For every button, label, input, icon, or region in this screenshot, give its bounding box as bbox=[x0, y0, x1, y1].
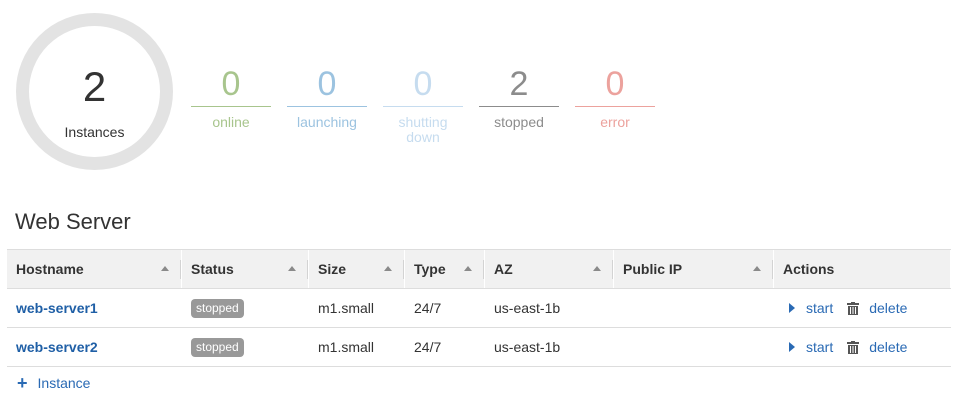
sort-icon[interactable] bbox=[753, 266, 761, 271]
add-instance-label: Instance bbox=[37, 375, 91, 391]
type-value: 24/7 bbox=[414, 339, 442, 355]
status-badge: stopped bbox=[191, 298, 244, 318]
stat-launching-label: launching bbox=[297, 114, 357, 130]
stat-shutting-down[interactable]: 0 shutting down bbox=[383, 66, 463, 145]
column-hostname-label: Hostname bbox=[16, 261, 84, 277]
plus-icon: + bbox=[17, 373, 28, 393]
stat-error-count: 0 bbox=[605, 65, 625, 103]
instance-summary: 2 Instances 0 online 0 launching 0 shutt… bbox=[16, 13, 976, 183]
stat-shutting-down-label: shutting down bbox=[398, 114, 448, 145]
sort-icon[interactable] bbox=[593, 266, 601, 271]
az-value: us-east-1b bbox=[494, 300, 561, 316]
stat-stopped-label: stopped bbox=[494, 114, 544, 130]
column-type-label: Type bbox=[414, 261, 446, 277]
sort-icon[interactable] bbox=[464, 266, 472, 271]
column-type[interactable]: Type bbox=[405, 250, 485, 288]
section-title: Web Server bbox=[15, 209, 131, 234]
hostname-link[interactable]: web-server1 bbox=[16, 300, 98, 316]
table-header: Hostname Status Size Type AZ Public IP A… bbox=[7, 250, 951, 289]
instances-total-label: Instances bbox=[64, 124, 125, 140]
trash-icon[interactable] bbox=[847, 301, 860, 315]
stat-error-bar bbox=[575, 106, 655, 107]
trash-icon[interactable] bbox=[847, 340, 860, 354]
column-status[interactable]: Status bbox=[182, 250, 309, 288]
start-link[interactable]: start bbox=[806, 339, 833, 355]
stat-stopped-bar bbox=[479, 106, 559, 107]
sort-icon[interactable] bbox=[161, 266, 169, 271]
status-badge: stopped bbox=[191, 337, 244, 357]
stat-launching[interactable]: 0 launching bbox=[287, 66, 367, 130]
column-actions-label: Actions bbox=[783, 261, 835, 277]
delete-link[interactable]: delete bbox=[869, 300, 907, 316]
stat-stopped-count: 2 bbox=[509, 65, 529, 103]
instances-total-ring: 2 Instances bbox=[16, 13, 173, 170]
add-instance-button[interactable]: + Instance bbox=[17, 373, 91, 393]
column-size-label: Size bbox=[318, 261, 347, 277]
stat-online[interactable]: 0 online bbox=[191, 66, 271, 130]
sort-icon[interactable] bbox=[384, 266, 392, 271]
stat-launching-bar bbox=[287, 106, 367, 107]
column-az-label: AZ bbox=[494, 261, 513, 277]
size-value: m1.small bbox=[318, 300, 375, 316]
start-link[interactable]: start bbox=[806, 300, 833, 316]
stat-shutting-down-count: 0 bbox=[413, 65, 433, 103]
instances-table: Hostname Status Size Type AZ Public IP A… bbox=[7, 249, 951, 367]
column-az[interactable]: AZ bbox=[485, 250, 614, 288]
size-value: m1.small bbox=[318, 339, 375, 355]
sort-icon[interactable] bbox=[288, 266, 296, 271]
az-value: us-east-1b bbox=[494, 339, 561, 355]
stat-stopped[interactable]: 2 stopped bbox=[479, 66, 559, 130]
play-icon[interactable] bbox=[789, 342, 795, 352]
stat-online-label: online bbox=[212, 114, 250, 130]
stat-error[interactable]: 0 error bbox=[575, 66, 655, 130]
table-row: web-server2 stopped m1.small 24/7 us-eas… bbox=[7, 328, 951, 367]
column-actions: Actions bbox=[774, 250, 951, 288]
type-value: 24/7 bbox=[414, 300, 442, 316]
delete-link[interactable]: delete bbox=[869, 339, 907, 355]
stat-error-label: error bbox=[600, 114, 630, 130]
instances-total-count: 2 bbox=[82, 63, 107, 110]
column-hostname[interactable]: Hostname bbox=[7, 250, 182, 288]
column-public-ip[interactable]: Public IP bbox=[614, 250, 774, 288]
column-public-ip-label: Public IP bbox=[623, 261, 683, 277]
column-size[interactable]: Size bbox=[309, 250, 405, 288]
column-status-label: Status bbox=[191, 261, 234, 277]
play-icon[interactable] bbox=[789, 303, 795, 313]
hostname-link[interactable]: web-server2 bbox=[16, 339, 98, 355]
stat-online-count: 0 bbox=[221, 65, 241, 103]
stat-online-bar bbox=[191, 106, 271, 107]
stat-launching-count: 0 bbox=[317, 65, 337, 103]
table-row: web-server1 stopped m1.small 24/7 us-eas… bbox=[7, 289, 951, 328]
stat-shutting-down-bar bbox=[383, 106, 463, 107]
